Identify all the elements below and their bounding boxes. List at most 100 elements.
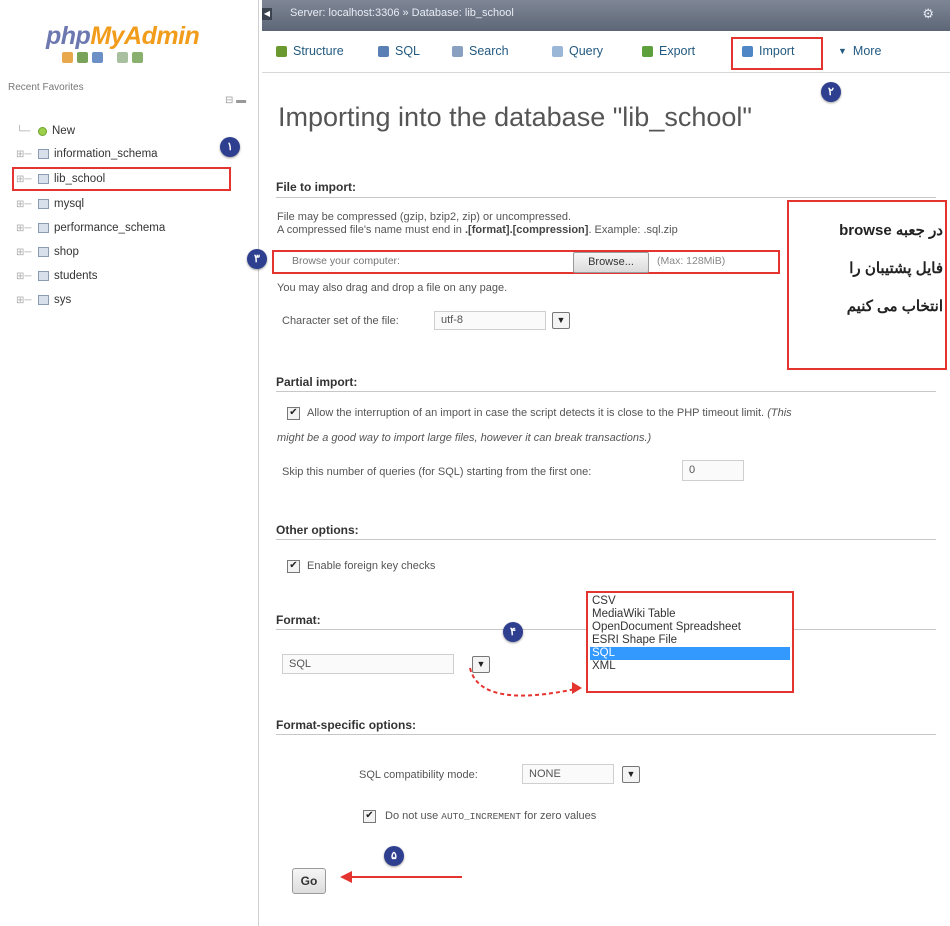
tree-item-label: mysql: [54, 198, 85, 210]
tree-item-label: New: [52, 125, 76, 137]
expand-icon[interactable]: ⊞─: [16, 149, 38, 160]
tree-item-shop[interactable]: ⊞─ shop: [16, 242, 79, 262]
format-option-csv[interactable]: CSV: [590, 595, 790, 608]
arrow-to-format-list: [469, 667, 582, 697]
tab-search[interactable]: Search: [452, 44, 509, 58]
tab-sql[interactable]: SQL: [378, 44, 420, 58]
search-icon: [452, 45, 463, 57]
browse-button[interactable]: Browse...: [573, 252, 649, 273]
tab-query[interactable]: Query: [552, 44, 603, 58]
tree-item-students[interactable]: ⊞─ students: [16, 266, 97, 286]
auto-increment-checkbox[interactable]: ✔: [363, 810, 376, 823]
breadcrumb[interactable]: Server: localhost:3306 » Database: lib_s…: [290, 7, 514, 19]
lib-school-highlight-box: [12, 167, 231, 191]
tree-item-label: information_schema: [54, 148, 158, 160]
phpmyadmin-logo[interactable]: phpMyAdmin: [46, 22, 200, 51]
sql-compat-select[interactable]: NONE: [522, 764, 614, 784]
database-icon: [38, 199, 49, 209]
format-option-esri[interactable]: ESRI Shape File: [590, 634, 790, 647]
sql-icon: [378, 45, 389, 57]
partial-import-heading: Partial import:: [276, 375, 358, 389]
format-heading: Format:: [276, 613, 321, 627]
auto-increment-label: Do not use AUTO_INCREMENT for zero value…: [385, 810, 597, 822]
step-badge-5: ۵: [384, 846, 404, 866]
format-select[interactable]: SQL: [282, 654, 454, 674]
max-upload-size: (Max: 128MiB): [657, 255, 726, 267]
format-option-xml[interactable]: XML: [590, 660, 790, 673]
database-icon: [38, 149, 49, 159]
tab-more[interactable]: ▼ More: [838, 44, 881, 58]
settings-icon[interactable]: [132, 52, 143, 63]
structure-icon: [276, 45, 287, 57]
database-icon: [38, 247, 49, 257]
expand-icon[interactable]: ⊞─: [16, 247, 38, 258]
expand-icon[interactable]: ⊞─: [16, 199, 38, 210]
database-icon: [38, 223, 49, 233]
logout-icon[interactable]: [77, 52, 88, 63]
go-button[interactable]: Go: [292, 868, 326, 894]
allow-interrupt-checkbox[interactable]: ✔: [287, 407, 300, 420]
section-divider: [276, 734, 936, 735]
tab-structure[interactable]: Structure: [276, 44, 344, 58]
tree-item-label: sys: [54, 294, 72, 306]
chevron-down-icon: ▼: [838, 46, 847, 56]
allow-interrupt-label: Allow the interruption of an import in c…: [307, 407, 792, 419]
tree-item-label: performance_schema: [54, 222, 166, 234]
tree-item-label: students: [54, 270, 98, 282]
docs-icon[interactable]: [117, 52, 128, 63]
file-to-import-heading: File to import:: [276, 180, 356, 194]
export-icon: [642, 45, 653, 57]
browse-label: Browse your computer:: [292, 255, 400, 267]
tree-item-mysql[interactable]: ⊞─ mysql: [16, 194, 84, 214]
tree-item-sys[interactable]: ⊞─ sys: [16, 290, 71, 310]
format-option-ods[interactable]: OpenDocument Spreadsheet: [590, 621, 790, 634]
step-badge-4: ۴: [503, 622, 523, 642]
charset-select[interactable]: utf-8: [434, 311, 546, 330]
section-divider: [276, 391, 936, 392]
home-icon[interactable]: [62, 52, 73, 63]
allow-interrupt-note: might be a good way to import large file…: [277, 432, 652, 444]
page-title: Importing into the database "lib_school": [278, 102, 752, 132]
section-divider: [276, 197, 936, 198]
gear-icon[interactable]: ⚙: [922, 6, 934, 22]
chevron-down-icon[interactable]: ▼: [622, 766, 640, 783]
section-divider: [276, 539, 936, 540]
collapse-all-icon[interactable]: ⊟ ▬: [225, 95, 246, 106]
foreign-key-checkbox[interactable]: ✔: [287, 560, 300, 573]
help-icon[interactable]: [92, 52, 103, 63]
charset-label: Character set of the file:: [282, 315, 399, 327]
compression-note: File may be compressed (gzip, bzip2, zip…: [277, 211, 572, 223]
database-icon: [38, 271, 49, 281]
tree-item-performance-schema[interactable]: ⊞─ performance_schema: [16, 218, 165, 238]
expand-icon[interactable]: ⊞─: [16, 295, 38, 306]
step-badge-1: ۱: [220, 137, 240, 157]
expand-icon[interactable]: ⊞─: [16, 271, 38, 282]
annotation-text: در جعبه browse فایل پشتیبان را انتخاب می…: [839, 222, 943, 315]
import-tab-highlight-box: [731, 37, 823, 70]
new-db-icon: [38, 126, 47, 136]
arrow-to-go: [340, 871, 462, 883]
recent-favorites-tabs[interactable]: Recent Favorites: [8, 82, 84, 93]
tree-item-new[interactable]: └─ New: [16, 121, 75, 141]
tab-export[interactable]: Export: [642, 44, 695, 58]
sql-compat-label: SQL compatibility mode:: [359, 769, 478, 781]
tab-bar: Structure SQL Search Query Export Import…: [262, 36, 950, 73]
step-badge-2: ۲: [821, 82, 841, 102]
format-specific-heading: Format-specific options:: [276, 718, 417, 732]
format-option-sql[interactable]: SQL: [590, 647, 790, 660]
skip-queries-input[interactable]: 0: [682, 460, 744, 481]
database-icon: [38, 295, 49, 305]
collapse-nav-icon[interactable]: ◀: [262, 8, 272, 20]
tree-item-information-schema[interactable]: ⊞─ information_schema: [16, 144, 158, 164]
skip-queries-label: Skip this number of queries (for SQL) st…: [282, 466, 592, 478]
expand-icon[interactable]: ⊞─: [16, 223, 38, 234]
other-options-heading: Other options:: [276, 523, 359, 537]
quick-links: [62, 52, 143, 63]
chevron-down-icon[interactable]: ▼: [552, 312, 570, 329]
tree-item-label: shop: [54, 246, 79, 258]
foreign-key-label: Enable foreign key checks: [307, 560, 436, 572]
navigation-panel: phpMyAdmin Recent Favorites ⊟ ▬ └─ New ⊞…: [0, 0, 259, 926]
format-option-mediawiki[interactable]: MediaWiki Table: [590, 608, 790, 621]
drag-drop-note: You may also drag and drop a file on any…: [277, 282, 508, 294]
tree-branch-icon: └─: [16, 125, 31, 137]
